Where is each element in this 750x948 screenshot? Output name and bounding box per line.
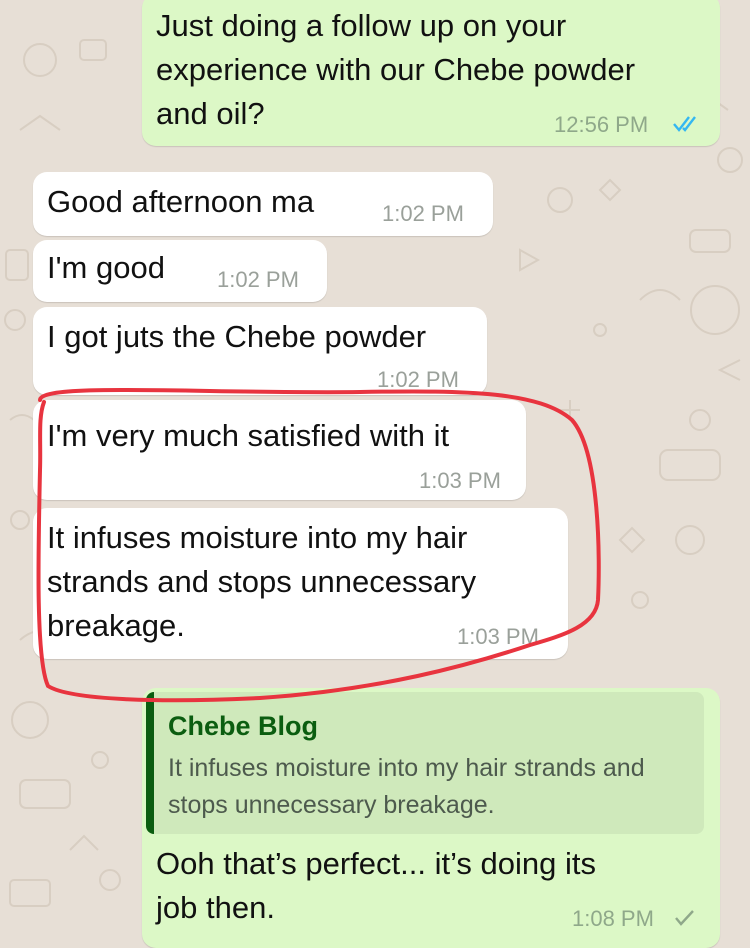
quoted-author: Chebe Blog — [168, 711, 319, 741]
message-bubble-incoming[interactable]: I got juts the Chebe powder 1:02 PM — [33, 307, 487, 395]
message-timestamp: 1:02 PM — [377, 367, 459, 392]
message-text: I'm very much satisfied with it — [47, 418, 450, 453]
chat-thread: Just doing a follow up on your experienc… — [0, 0, 750, 948]
quoted-message[interactable]: Chebe Blog It infuses moisture into my h… — [146, 692, 704, 834]
sent-single-tick-icon — [675, 910, 694, 926]
message-bubble-incoming[interactable]: Good afternoon ma 1:02 PM — [33, 172, 493, 236]
message-bubble-outgoing[interactable]: Just doing a follow up on your experienc… — [142, 0, 720, 146]
message-bubble-incoming[interactable]: It infuses moisture into my hair strands… — [33, 508, 568, 659]
message-timestamp: 1:03 PM — [457, 624, 539, 649]
message-timestamp: 12:56 PM — [554, 112, 649, 137]
reply-message-bubble[interactable]: Chebe Blog It infuses moisture into my h… — [142, 688, 720, 948]
message-timestamp: 1:08 PM — [572, 906, 654, 931]
message-text: I'm good — [47, 250, 165, 285]
message-text: It infuses moisture into my hair strands… — [47, 520, 477, 643]
quote-accent-bar — [146, 692, 154, 834]
message-bubble-incoming[interactable]: I'm very much satisfied with it 1:03 PM — [33, 400, 526, 500]
message-text: Good afternoon ma — [47, 184, 315, 219]
message-bubble-incoming[interactable]: I'm good 1:02 PM — [33, 240, 327, 302]
message-timestamp: 1:03 PM — [419, 468, 501, 493]
message-timestamp: 1:02 PM — [382, 201, 464, 226]
message-timestamp: 1:02 PM — [217, 267, 299, 292]
read-double-tick-icon — [673, 116, 696, 132]
message-text: Ooh that’s perfect... it’s doing its job… — [156, 846, 596, 925]
message-text: I got juts the Chebe powder — [47, 319, 427, 354]
quoted-text: It infuses moisture into my hair strands… — [168, 754, 645, 819]
